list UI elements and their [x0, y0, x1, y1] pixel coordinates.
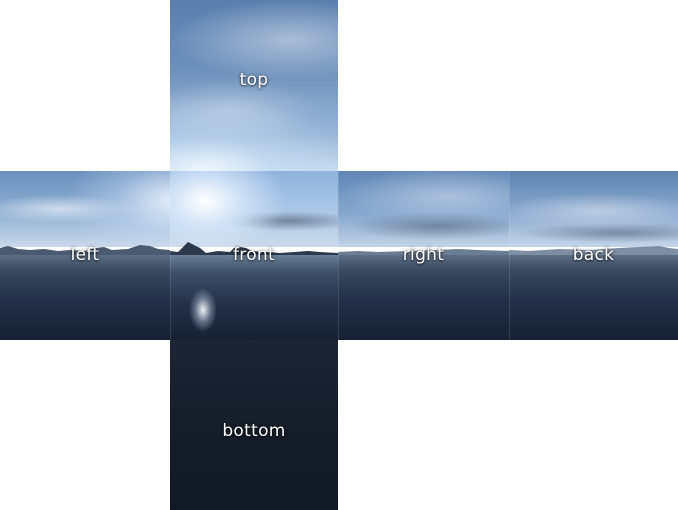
cubemap-unfolded: top left front right back bottom [0, 0, 678, 510]
cube-face-top: top [170, 0, 338, 171]
face-label-back: back [572, 245, 615, 265]
cube-face-front: front [170, 171, 338, 340]
cube-face-right: right [338, 171, 509, 340]
cube-face-left: left [0, 171, 170, 340]
cube-face-back: back [509, 171, 678, 340]
face-label-right: right [402, 245, 445, 265]
sky-image [509, 171, 678, 247]
face-seam [509, 171, 510, 340]
face-seam [338, 171, 339, 340]
sky-image [0, 171, 170, 247]
water-surface [170, 255, 338, 340]
face-seam [170, 171, 171, 340]
water-surface [509, 255, 678, 340]
water-surface [338, 255, 509, 340]
sky-image [338, 171, 509, 247]
face-label-bottom: bottom [222, 421, 286, 441]
face-label-left: left [70, 245, 100, 265]
sky-image [170, 171, 338, 247]
water-surface [0, 255, 170, 340]
cube-face-bottom: bottom [170, 340, 338, 510]
face-label-top: top [239, 70, 269, 90]
face-label-front: front [233, 245, 275, 265]
